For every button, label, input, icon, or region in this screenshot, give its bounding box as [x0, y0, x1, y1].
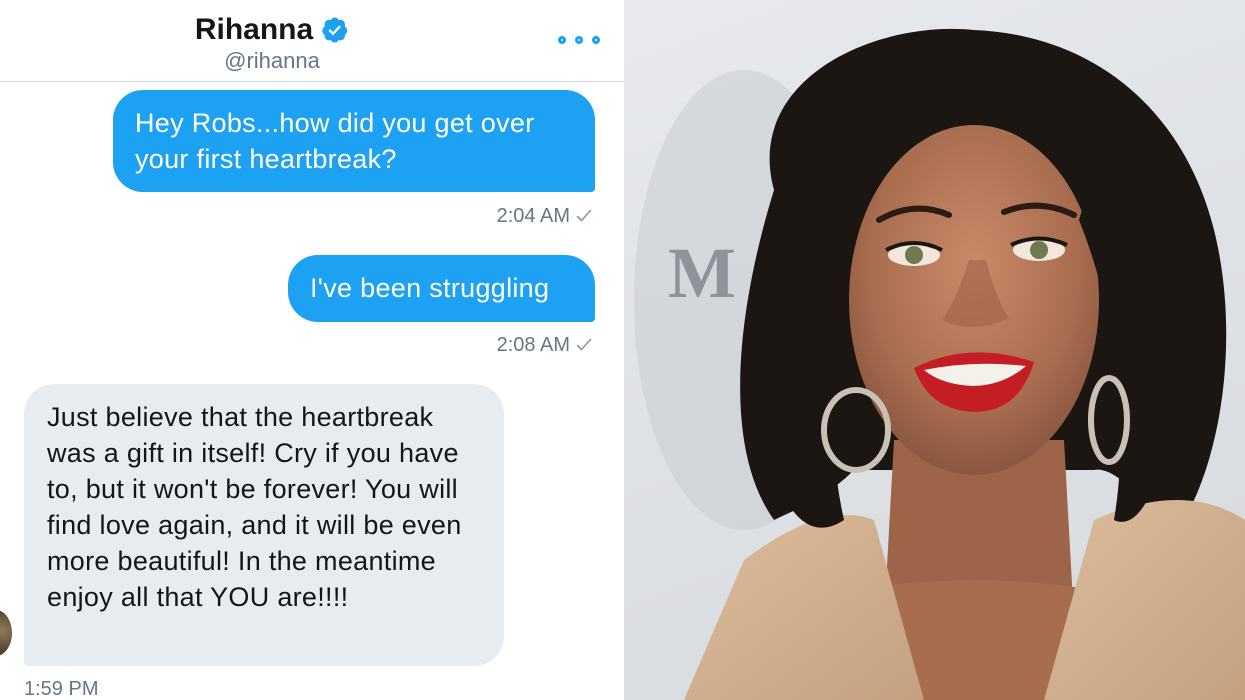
dm-conversation-panel: Rihanna @rihanna Hey Robs...how did you … [0, 0, 624, 700]
message-timestamp: 2:04 AM [496, 205, 570, 227]
message-timestamp: 2:08 AM [496, 334, 570, 356]
message-timestamp: 1:59 PM [24, 678, 99, 700]
more-dot [592, 36, 600, 44]
received-message-bubble[interactable]: Just believe that the heartbreak was a g… [24, 384, 504, 666]
conversation-header: Rihanna @rihanna [0, 0, 624, 82]
contact-display-name: Rihanna [194, 13, 314, 46]
sent-message-bubble[interactable]: I've been struggling [288, 255, 595, 322]
more-options-icon[interactable] [558, 30, 600, 50]
contact-avatar[interactable] [0, 608, 14, 658]
contact-handle: @rihanna [224, 48, 320, 73]
message-meta: 2:04 AM [497, 204, 592, 228]
coat-left [684, 515, 924, 700]
coat-right [1044, 500, 1245, 700]
right-iris [1030, 241, 1048, 259]
delivered-check-icon [576, 209, 592, 222]
sent-message-bubble[interactable]: Hey Robs...how did you get over your fir… [113, 90, 595, 192]
message-meta: 2:08 AM [497, 333, 592, 357]
left-iris [905, 246, 923, 264]
delivered-check-icon [576, 338, 592, 351]
verified-badge-icon [322, 17, 348, 43]
more-dot [575, 36, 583, 44]
celebrity-photo: M [624, 0, 1245, 700]
contact-name-row: Rihanna [0, 12, 544, 48]
more-dot [558, 36, 566, 44]
portrait-illustration [634, 28, 1245, 700]
message-meta: 1:59 PM [24, 677, 98, 700]
